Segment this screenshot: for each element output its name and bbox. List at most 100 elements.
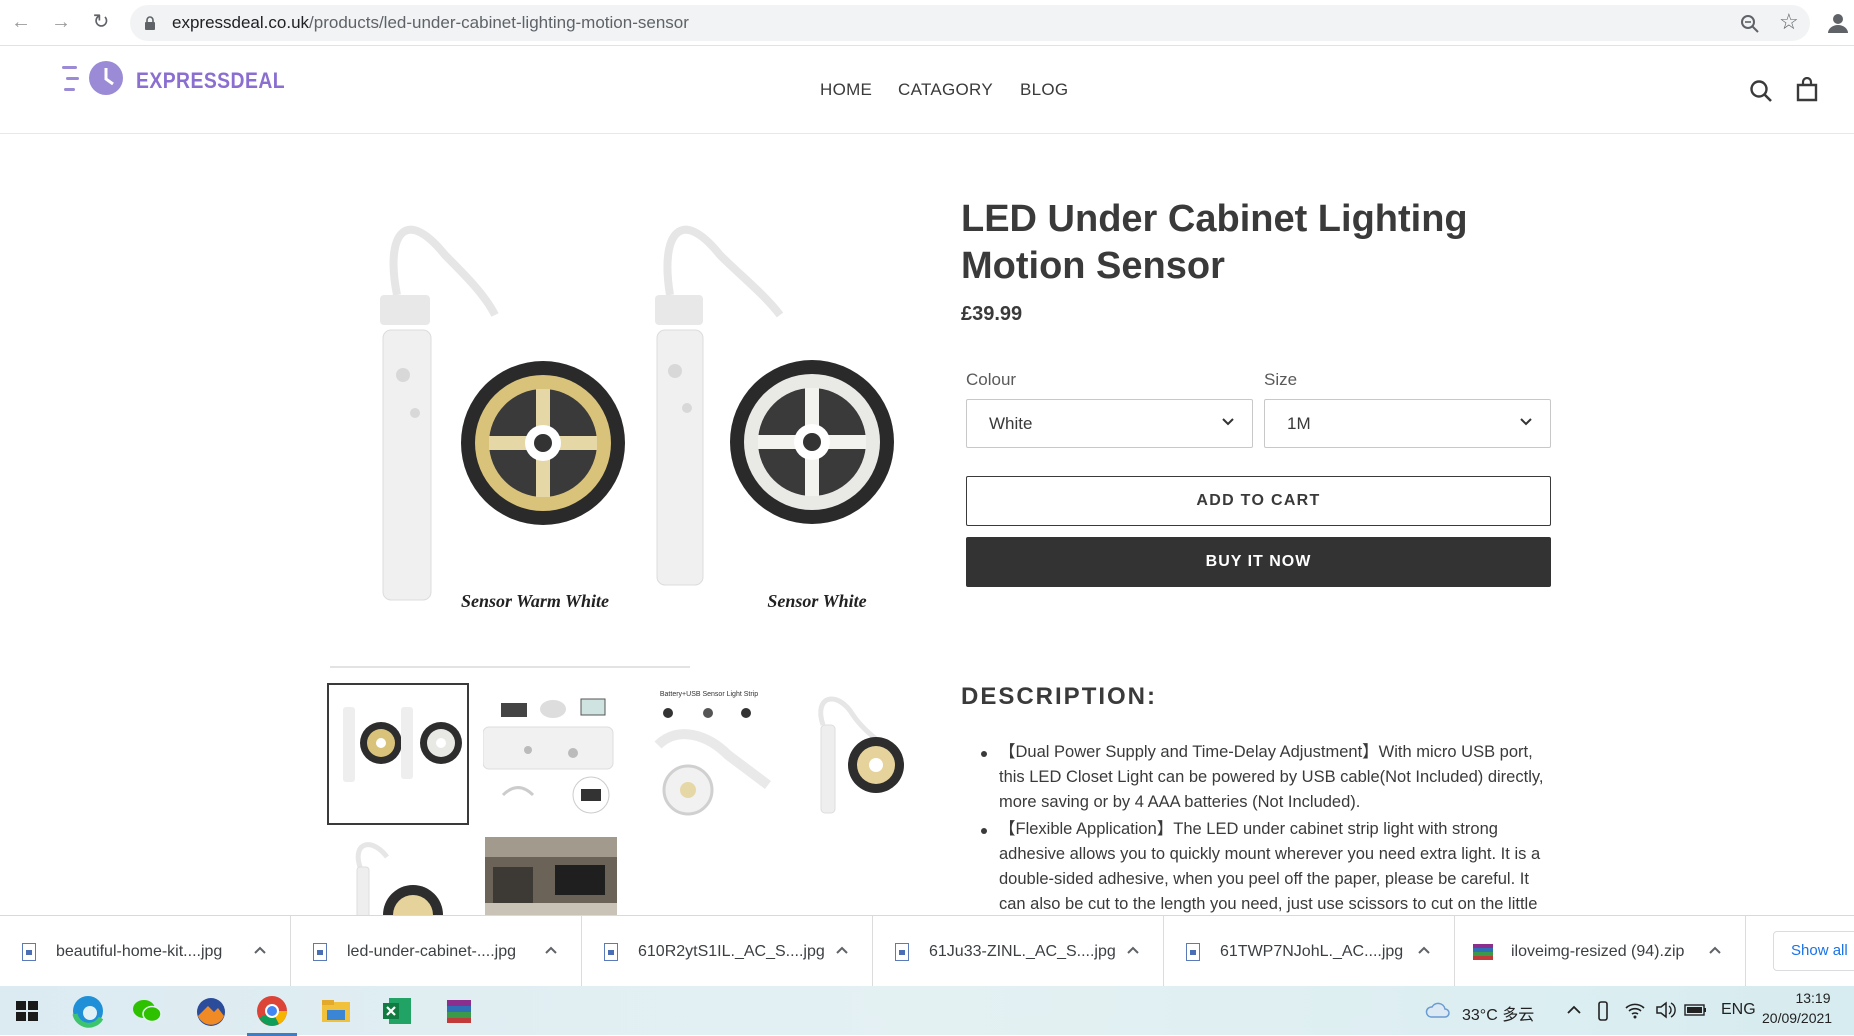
url-path: /products/led-under-cabinet-lighting-mot…: [309, 13, 689, 32]
thumbnail-6[interactable]: [485, 837, 617, 915]
address-bar[interactable]: expressdeal.co.uk/products/led-under-cab…: [130, 5, 1810, 41]
clock-date[interactable]: 20/09/2021: [1762, 1010, 1832, 1026]
usb-device-icon[interactable]: [1596, 1000, 1610, 1022]
download-filename: 61TWP7NJohL._AC....jpg: [1220, 943, 1404, 960]
download-item[interactable]: led-under-cabinet-....jpg: [291, 916, 582, 987]
lock-icon: [145, 16, 155, 30]
search-icon[interactable]: [1749, 79, 1773, 103]
url-text: expressdeal.co.uk/products/led-under-cab…: [172, 13, 689, 33]
thumb-accessories: [483, 698, 614, 814]
nav-home[interactable]: HOME: [820, 80, 872, 100]
reload-icon[interactable]: ↻: [88, 9, 114, 35]
download-filename: beautiful-home-kit....jpg: [56, 943, 223, 960]
caption-warm-white: Sensor Warm White: [461, 591, 609, 611]
show-all-button[interactable]: Show all: [1773, 931, 1854, 971]
clock-time[interactable]: 13:19: [1778, 990, 1848, 1006]
image-file-icon: [604, 943, 618, 961]
description-item: 【Dual Power Supply and Time-Delay Adjust…: [981, 740, 1556, 815]
winrar-icon[interactable]: [440, 992, 478, 1030]
product-price: £39.99: [961, 303, 1023, 325]
add-to-cart-button[interactable]: ADD TO CART: [966, 476, 1551, 526]
logo-clock-icon: [62, 61, 123, 95]
thumbnail-2[interactable]: [483, 685, 625, 827]
thumb-led-pair: [343, 707, 462, 782]
taskbar: 33°C 多云 ENG 13:19 20/09/2021: [0, 986, 1854, 1036]
edge-icon[interactable]: [69, 992, 107, 1030]
thumbnail-1[interactable]: [327, 683, 469, 825]
chevron-up-icon[interactable]: [1566, 1003, 1582, 1017]
chevron-up-icon[interactable]: [252, 942, 268, 958]
battery-icon[interactable]: [1684, 1002, 1708, 1018]
downloads-bar: beautiful-home-kit....jpg led-under-cabi…: [0, 915, 1854, 987]
buy-it-now-button[interactable]: BUY IT NOW: [966, 537, 1551, 587]
volume-icon[interactable]: [1655, 1000, 1677, 1020]
image-file-icon: [1186, 943, 1200, 961]
image-file-icon: [895, 943, 909, 961]
thumb-single-led: [818, 696, 904, 814]
firefox-dev-icon[interactable]: [192, 992, 230, 1030]
thumb-kitchen-photo: [485, 837, 617, 915]
nav-category[interactable]: CATAGORY: [898, 80, 993, 100]
browser-toolbar: ← → ↻ expressdeal.co.uk/products/led-und…: [0, 0, 1854, 46]
back-icon[interactable]: ←: [8, 9, 34, 35]
product-title: LED Under Cabinet Lighting Motion Sensor: [961, 198, 1468, 287]
wifi-icon[interactable]: [1624, 1000, 1646, 1020]
thumbnail-3[interactable]: Battery+USB Sensor Light Strip: [638, 685, 780, 827]
thumbnail-4[interactable]: [793, 685, 935, 827]
language-indicator[interactable]: ENG: [1721, 1001, 1756, 1019]
size-select[interactable]: 1M: [1264, 399, 1551, 448]
description-list: 【Dual Power Supply and Time-Delay Adjust…: [981, 740, 1556, 919]
caption-white: Sensor White: [767, 591, 866, 611]
download-filename: led-under-cabinet-....jpg: [347, 943, 516, 960]
thumbnail-5[interactable]: [327, 837, 469, 915]
chevron-up-icon[interactable]: [1416, 942, 1432, 958]
colour-select[interactable]: White: [966, 399, 1253, 448]
size-label: Size: [1264, 370, 1298, 389]
chevron-up-icon[interactable]: [1707, 942, 1723, 958]
url-domain: expressdeal.co.uk: [172, 13, 310, 32]
download-item[interactable]: 61TWP7NJohL._AC....jpg: [1164, 916, 1455, 987]
chrome-icon: [257, 996, 287, 1026]
download-item[interactable]: beautiful-home-kit....jpg: [0, 916, 291, 987]
weather-text[interactable]: 33°C 多云: [1462, 1001, 1534, 1025]
colour-value: White: [989, 414, 1033, 433]
download-filename: 610R2ytS1IL._AC_S....jpg: [638, 943, 825, 960]
thumb-led-partial: [355, 842, 443, 915]
description-item: 【Flexible Application】The LED under cabi…: [981, 817, 1556, 917]
download-item[interactable]: 610R2ytS1IL._AC_S....jpg: [582, 916, 873, 987]
windows-start-icon[interactable]: [8, 992, 46, 1030]
zoom-icon[interactable]: [1740, 14, 1760, 34]
nav-blog[interactable]: BLOG: [1020, 80, 1068, 100]
chrome-taskbar-button[interactable]: [247, 992, 297, 1036]
weather-cloud-icon: [1425, 1002, 1450, 1018]
chevron-up-icon[interactable]: [834, 942, 850, 958]
chevron-up-icon[interactable]: [543, 942, 559, 958]
profile-icon[interactable]: [1826, 11, 1850, 35]
chevron-down-icon: [1520, 418, 1532, 426]
bookmark-star-icon[interactable]: ☆: [1779, 9, 1799, 35]
thumb-battery-strip: Battery+USB Sensor Light Strip: [654, 691, 771, 816]
thumb3-caption: Battery+USB Sensor Light Strip: [660, 691, 758, 698]
chevron-up-icon[interactable]: [1125, 942, 1141, 958]
download-item[interactable]: iloveimg-resized (94).zip: [1455, 916, 1746, 987]
site-header: EXPRESSDEAL HOME CATAGORY BLOG: [0, 46, 1854, 134]
image-slider-track: [330, 666, 690, 668]
download-item[interactable]: 61Ju33-ZINL._AC_S....jpg: [873, 916, 1164, 987]
image-file-icon: [313, 943, 327, 961]
forward-icon[interactable]: →: [48, 9, 74, 35]
led-strips-photo: Sensor Warm White Sensor White: [380, 225, 894, 611]
file-explorer-icon[interactable]: [317, 992, 355, 1030]
download-filename: 61Ju33-ZINL._AC_S....jpg: [929, 943, 1116, 960]
zip-archive-icon: [1473, 944, 1493, 960]
excel-icon[interactable]: [378, 992, 416, 1030]
size-value: 1M: [1287, 414, 1311, 433]
logo-text: EXPRESSDEAL: [136, 68, 286, 93]
cart-bag-icon[interactable]: [1796, 77, 1818, 102]
chevron-down-icon: [1222, 418, 1234, 426]
colour-label: Colour: [966, 370, 1017, 389]
wechat-icon[interactable]: [128, 992, 166, 1030]
download-filename: iloveimg-resized (94).zip: [1511, 943, 1685, 960]
site-logo[interactable]: EXPRESSDEAL: [62, 60, 286, 100]
image-file-icon: [22, 943, 36, 961]
product-main-image[interactable]: Sensor Warm White Sensor White: [325, 195, 925, 640]
